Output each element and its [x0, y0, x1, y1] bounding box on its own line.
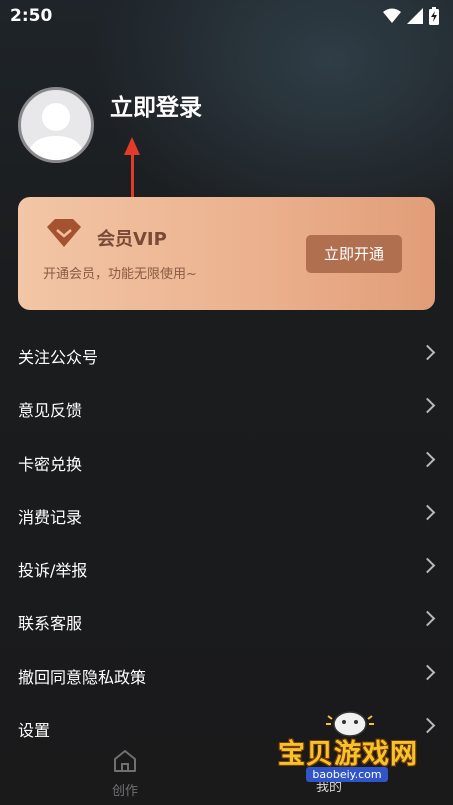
menu-item-label: 设置 [18, 721, 51, 741]
menu-item-purchase-history[interactable]: 消费记录 [0, 488, 453, 541]
status-time: 2:50 [10, 6, 53, 26]
chevron-right-icon [419, 664, 436, 681]
menu-item-label: 撤回同意隐私政策 [18, 667, 147, 687]
menu-item-report[interactable]: 投诉/举报 [0, 541, 453, 594]
menu-item-customer-service[interactable]: 联系客服 [0, 594, 453, 647]
chevron-right-icon [419, 344, 436, 361]
chevron-right-icon [419, 451, 436, 467]
home-icon [114, 750, 136, 772]
watermark-logo: 宝贝游戏网 baobeiy.com [274, 710, 449, 805]
menu-item-label: 意见反馈 [18, 401, 83, 421]
chevron-right-icon [419, 398, 436, 414]
vip-title: 会员VIP [97, 229, 167, 250]
menu-item-feedback[interactable]: 意见反馈 [0, 381, 453, 434]
chevron-right-icon [419, 611, 436, 627]
activate-vip-button[interactable]: 立即开通 [306, 235, 402, 273]
menu-item-revoke-privacy-consent[interactable]: 撤回同意隐私政策 [0, 648, 453, 701]
menu-item-label: 关注公众号 [18, 348, 99, 367]
avatar[interactable] [18, 87, 94, 163]
menu-item-redeem-code[interactable]: 卡密兑换 [0, 435, 453, 488]
watermark-text: 宝贝游戏网 [278, 739, 418, 770]
battery-icon [429, 7, 439, 25]
diamond-icon [47, 219, 81, 247]
login-button[interactable]: 立即登录 [110, 88, 202, 122]
tab-create[interactable]: 创作 [100, 748, 150, 799]
signal-icon [407, 8, 423, 24]
menu-item-label: 卡密兑换 [18, 454, 83, 474]
chevron-right-icon [419, 557, 436, 574]
menu-item-follow-official-account[interactable]: 关注公众号 [0, 328, 453, 381]
menu-item-label: 投诉/举报 [18, 561, 88, 581]
watermark-url: baobeiy.com [306, 767, 388, 782]
default-user-icon [27, 103, 85, 160]
tab-create-label: 创作 [111, 784, 138, 799]
vip-card[interactable]: 会员VIP 开通会员，功能无限使用~ 立即开通 [18, 197, 435, 310]
status-bar: 2:50 [0, 0, 453, 32]
menu-item-label: 联系客服 [18, 614, 83, 634]
settings-menu: 关注公众号 意见反馈 卡密兑换 消费记录 投诉/举报 联系客服 撤回同意隐私政策… [0, 328, 453, 754]
menu-item-label: 消费记录 [18, 507, 83, 527]
vip-subtitle: 开通会员，功能无限使用~ [43, 267, 197, 282]
status-icons [383, 7, 439, 25]
wifi-icon [383, 8, 401, 23]
chevron-right-icon [419, 504, 436, 521]
